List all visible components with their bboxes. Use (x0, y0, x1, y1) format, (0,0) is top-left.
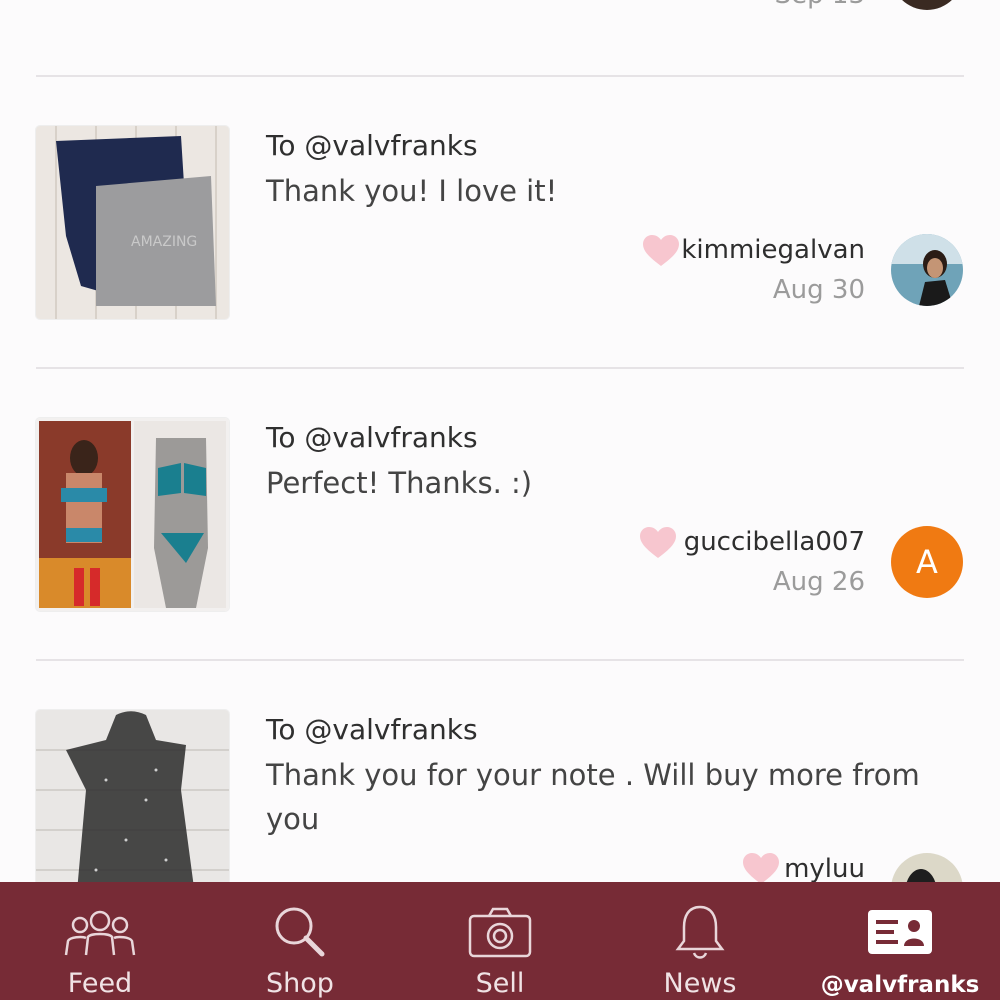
tab-label: @valvfranks (820, 972, 980, 998)
tab-news[interactable]: News (600, 882, 800, 1000)
note-date: Aug 30 (772, 275, 865, 305)
user-avatar[interactable] (891, 234, 963, 306)
note-message: Perfect! Thanks. :) (266, 466, 533, 500)
note-recipient: To @valvfranks (266, 129, 478, 162)
user-avatar[interactable] (891, 0, 963, 10)
notes-feed: Sep 13 AMAZING To @valvfranks Thank you!… (0, 0, 1000, 882)
camera-icon (467, 900, 533, 964)
tab-profile[interactable]: @valvfranks (800, 882, 1000, 1000)
note-date: Aug 26 (772, 567, 865, 597)
note-recipient: To @valvfranks (266, 713, 478, 746)
bottom-tab-bar: Feed Shop Sell News @valvfranks (0, 882, 1000, 1000)
note-card[interactable]: AMAZING To @valvfranks Thank you! I love… (0, 77, 1000, 369)
profile-card-icon (868, 900, 932, 964)
search-icon (272, 900, 328, 964)
tab-label: News (663, 968, 737, 999)
note-recipient: To @valvfranks (266, 421, 478, 454)
tab-shop[interactable]: Shop (200, 882, 400, 1000)
note-username[interactable]: myluu (784, 854, 865, 882)
svg-text:AMAZING: AMAZING (131, 234, 197, 250)
tab-label: Sell (475, 968, 525, 999)
tab-label: Shop (266, 968, 334, 999)
note-item-thumbnail[interactable] (36, 710, 229, 882)
note-card[interactable]: To @valvfranks Perfect! Thanks. :) gucci… (0, 369, 1000, 661)
people-icon (60, 900, 140, 964)
tab-sell[interactable]: Sell (400, 882, 600, 1000)
note-message: Thank you for your note . Will buy more … (266, 758, 920, 836)
user-avatar[interactable]: A (891, 526, 963, 598)
user-avatar[interactable] (891, 853, 963, 882)
note-username[interactable]: guccibella007 (684, 527, 865, 557)
note-item-thumbnail[interactable]: AMAZING (36, 126, 229, 319)
tab-feed[interactable]: Feed (0, 882, 200, 1000)
note-username[interactable]: kimmiegalvan (681, 235, 865, 265)
heart-icon[interactable] (643, 235, 679, 267)
heart-icon[interactable] (640, 527, 676, 559)
heart-icon[interactable] (743, 853, 779, 882)
bell-icon (674, 900, 726, 964)
note-message: Thank you! I love it! (266, 174, 558, 208)
note-item-thumbnail[interactable] (36, 418, 229, 611)
note-card[interactable]: To @valvfranks Thank you for your note .… (0, 661, 1000, 882)
note-date: Sep 13 (775, 0, 865, 10)
tab-label: Feed (67, 968, 133, 999)
note-card-partial[interactable]: Sep 13 (0, 0, 1000, 76)
